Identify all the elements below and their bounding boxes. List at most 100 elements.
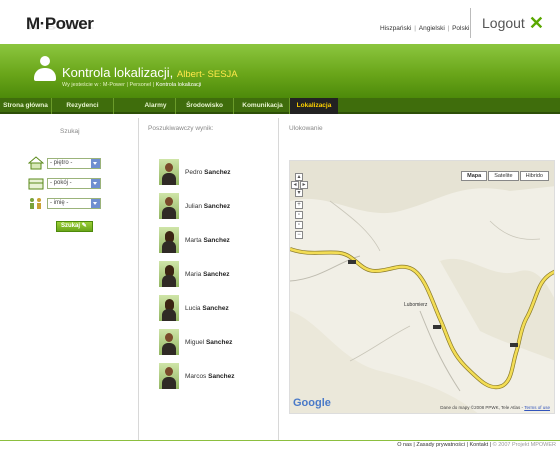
lang-sep: | — [445, 25, 452, 32]
copyright: © 2007 Projekt MPOWER — [492, 442, 556, 448]
zoom-in-icon[interactable]: + — [295, 201, 303, 209]
pan-left-icon[interactable]: ◂ — [291, 181, 299, 189]
result-person[interactable]: Marta Sanchez — [159, 227, 230, 253]
person-first-name: Julian — [185, 202, 202, 210]
nav-location[interactable]: Lokalizacja — [290, 98, 338, 114]
avatar — [159, 363, 179, 389]
floor-value: - piętro - — [50, 159, 73, 166]
person-first-name: Lucia — [185, 304, 201, 312]
google-logo[interactable]: Google — [293, 397, 331, 409]
floor-field: - piętro - — [27, 156, 101, 170]
lang-english[interactable]: Angielski — [419, 25, 445, 32]
footer-divider — [0, 440, 560, 441]
lang-sep: | — [412, 25, 418, 32]
logout-label: Logout — [482, 15, 525, 31]
nav-alarms[interactable]: Alarmy — [136, 98, 176, 114]
footer-link-about[interactable]: O nas — [397, 442, 412, 448]
name-select[interactable]: - imię - — [47, 197, 101, 209]
breadcrumb: Wy jesteście w : M-Power | Personel | Ko… — [62, 82, 202, 88]
breadcrumb-prefix: Wy jesteście w : — [62, 82, 102, 88]
logout-button[interactable]: Logout ✕ — [482, 13, 544, 33]
person-first-name: Marta — [185, 236, 202, 244]
header-divider — [470, 8, 471, 38]
footer-link-contact[interactable]: Kontakt — [469, 442, 488, 448]
map-type-hybrid[interactable]: Hibrido — [519, 171, 549, 181]
floor-icon — [27, 156, 45, 170]
breadcrumb-current: Kontrola lokalizacji — [155, 82, 202, 88]
page-title-text: Kontrola lokalizacji, — [62, 65, 174, 80]
map-attribution: Dane do mapy ©2008 PPWK, Tele Atlas - Te… — [440, 405, 550, 410]
avatar — [159, 227, 179, 253]
person-last-name: Sanchez — [204, 168, 231, 176]
avatar — [159, 261, 179, 287]
nav-communication[interactable]: Komunikacja — [236, 98, 290, 114]
logo-reflection: M·Power — [26, 22, 94, 31]
person-name: Marta Sanchez — [185, 237, 230, 244]
breadcrumb-item[interactable]: Personel — [129, 82, 151, 88]
person-last-name: Sanchez — [203, 202, 231, 210]
name-field: - imię - — [28, 196, 101, 210]
avatar — [159, 329, 179, 355]
close-icon: ✕ — [528, 13, 544, 33]
room-select[interactable]: - pokój - — [47, 177, 101, 189]
people-icon — [28, 196, 44, 210]
map-type-map[interactable]: Mapa — [461, 171, 488, 181]
footer-link-privacy[interactable]: Zasady prywatności — [416, 442, 465, 448]
terms-link[interactable]: Terms of use — [524, 405, 550, 410]
result-person[interactable]: Lucia Sanchez — [159, 295, 229, 321]
person-last-name: Sanchez — [203, 236, 230, 244]
avatar — [159, 193, 179, 219]
nav-home[interactable]: Strona główna — [0, 98, 52, 114]
map-type-switch: Mapa Satelite Hibrido — [460, 171, 549, 181]
chevron-down-icon — [91, 178, 100, 188]
person-name: Maria Sanchez — [185, 271, 229, 278]
zoom-out-icon[interactable]: − — [295, 231, 303, 239]
result-person[interactable]: Marcos Sanchez — [159, 363, 235, 389]
search-button[interactable]: Szukaj ✎ — [56, 221, 93, 232]
search-button-label: Szukaj — [61, 223, 81, 229]
map[interactable]: ▴ ◂ ▸ ▾ + ▫ ▫ − Mapa Satelite Hibrido Lu… — [289, 160, 555, 414]
room-icon — [28, 176, 44, 190]
nav-residents[interactable]: Rezydenci — [52, 98, 114, 114]
column-divider — [278, 118, 279, 441]
person-last-name: Sanchez — [203, 270, 230, 278]
pan-down-icon[interactable]: ▾ — [295, 189, 303, 197]
nav-environment[interactable]: Środowisko — [176, 98, 234, 114]
person-first-name: Maria — [185, 270, 202, 278]
chevron-down-icon — [91, 198, 100, 208]
pan-up-icon[interactable]: ▴ — [295, 173, 303, 181]
page-title: Kontrola lokalizacji, Albert- SESJA — [62, 65, 238, 80]
zoom-level-icon[interactable]: ▫ — [295, 221, 303, 229]
name-value: - imię - — [50, 199, 69, 206]
person-name: Marcos Sanchez — [185, 373, 235, 380]
pan-right-icon[interactable]: ▸ — [300, 181, 308, 189]
person-last-name: Sanchez — [205, 338, 233, 346]
session-user: Albert- SESJA — [176, 69, 238, 80]
result-person[interactable]: Maria Sanchez — [159, 261, 229, 287]
zoom-level-icon[interactable]: ▫ — [295, 211, 303, 219]
main-nav: Strona główna Rezydenci Alarmy Środowisk… — [0, 98, 560, 114]
header: M·Power M·Power Hiszpański | Angielski |… — [0, 0, 560, 44]
avatar — [159, 159, 179, 185]
result-person[interactable]: Miguel Sanchez — [159, 329, 232, 355]
footer: O nas | Zasady prywatności | Kontakt | ©… — [397, 442, 556, 448]
map-canvas — [290, 161, 554, 413]
language-switcher: Hiszpański | Angielski | Polski — [380, 25, 469, 32]
lang-polish[interactable]: Polski — [452, 25, 469, 32]
person-first-name: Miguel — [185, 338, 205, 346]
room-value: - pokój - — [50, 179, 72, 186]
person-name: Pedro Sanchez — [185, 169, 231, 176]
floor-select[interactable]: - piętro - — [47, 157, 101, 169]
room-field: - pokój - — [28, 176, 101, 190]
map-type-satellite[interactable]: Satelite — [488, 171, 519, 181]
search-icon: ✎ — [81, 223, 87, 229]
user-icon — [34, 56, 56, 82]
location-title: Ulokowanie — [289, 125, 323, 132]
person-name: Julian Sanchez — [185, 203, 230, 210]
lang-spanish[interactable]: Hiszpański — [380, 25, 411, 32]
result-person[interactable]: Pedro Sanchez — [159, 159, 231, 185]
person-name: Lucia Sanchez — [185, 305, 229, 312]
breadcrumb-item[interactable]: M-Power — [103, 82, 125, 88]
result-person[interactable]: Julian Sanchez — [159, 193, 230, 219]
person-last-name: Sanchez — [208, 372, 235, 380]
